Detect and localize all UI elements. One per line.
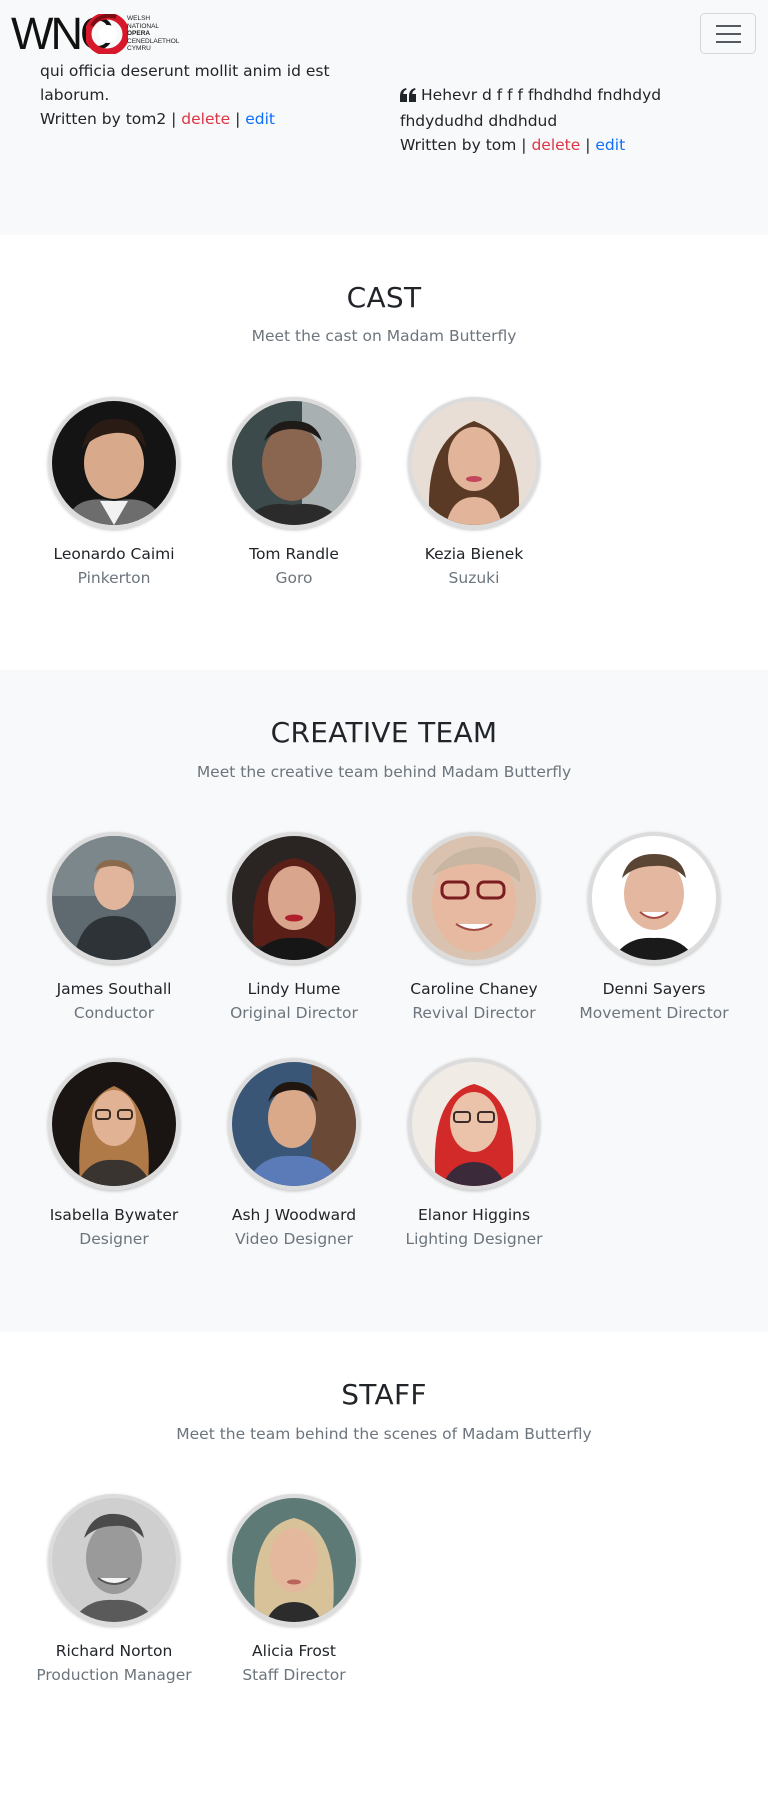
member-photo <box>48 397 180 529</box>
review-item: Hehevr d f f f fhdhdhd fndhdyd fhdydudhd… <box>400 83 740 157</box>
member-photo <box>228 832 360 964</box>
member-name: Leonardo Caimi <box>53 545 175 563</box>
member-role: Staff Director <box>242 1666 346 1684</box>
review-text: Hehevr d f f f fhdhdhd fndhdyd fhdydudhd… <box>400 86 662 130</box>
member-photo <box>48 1494 180 1626</box>
member-name: Caroline Chaney <box>410 980 538 998</box>
member-card: Ash J Woodward Video Designer <box>204 1058 384 1250</box>
member-name: Richard Norton <box>55 1642 173 1660</box>
member-photo <box>408 1058 540 1190</box>
logo-text: WELSH NATIONAL OPERA CENEDLAETHOL CYMRU <box>127 15 179 53</box>
member-card: Kezia Bienek Suzuki <box>384 397 564 589</box>
navbar: WNO WELSH NATIONAL OPERA CENEDLAETHOL CY… <box>0 0 768 60</box>
member-name: Elanor Higgins <box>417 1206 531 1224</box>
member-card: Richard Norton Production Manager <box>24 1494 204 1686</box>
section-subtitle: Meet the cast on Madam Butterfly <box>251 327 517 345</box>
section-title: CREATIVE TEAM <box>270 716 498 749</box>
member-card: James Southall Conductor <box>24 832 204 1024</box>
member-role: Designer <box>79 1230 149 1248</box>
member-role: Pinkerton <box>77 569 151 587</box>
member-name: Alicia Frost <box>252 1642 336 1660</box>
member-role: Video Designer <box>235 1230 353 1248</box>
navbar-toggle-button[interactable] <box>700 13 756 54</box>
member-role: Movement Director <box>579 1004 729 1022</box>
member-card: Leonardo Caimi Pinkerton <box>24 397 204 589</box>
logo-line: WELSH <box>127 15 151 22</box>
member-card: Caroline Chaney Revival Director <box>384 832 564 1024</box>
logo-line: CENEDLAETHOL <box>127 37 180 45</box>
logo-line: NATIONAL <box>127 22 160 30</box>
logo-line: CYMRU <box>127 45 151 53</box>
member-name: Lindy Hume <box>247 980 341 998</box>
review-text: qui officia deserunt mollit anim id est … <box>40 62 330 104</box>
review-item: qui officia deserunt mollit anim id est … <box>40 59 340 131</box>
creative-team-section: CREATIVE TEAM Meet the creative team beh… <box>0 670 768 1332</box>
member-role: Production Manager <box>36 1666 192 1684</box>
wno-logo[interactable]: WNO WELSH NATIONAL OPERA CENEDLAETHOL CY… <box>11 11 183 56</box>
member-photo <box>48 832 180 964</box>
member-name: Isabella Bywater <box>49 1206 179 1224</box>
member-photo <box>228 397 360 529</box>
delete-review-link[interactable]: delete <box>181 110 230 128</box>
review-author: Written by tom2 | <box>40 110 177 128</box>
member-role: Revival Director <box>412 1004 536 1022</box>
section-title: CAST <box>346 281 422 314</box>
link-separator: | <box>235 110 241 128</box>
member-photo <box>408 832 540 964</box>
member-card: Alicia Frost Staff Director <box>204 1494 384 1686</box>
member-photo <box>588 832 720 964</box>
member-photo <box>48 1058 180 1190</box>
member-card: Lindy Hume Original Director <box>204 832 384 1024</box>
logo-ring-icon <box>86 14 128 54</box>
member-card: Isabella Bywater Designer <box>24 1058 204 1250</box>
member-photo <box>408 397 540 529</box>
member-name: Denni Sayers <box>602 980 706 998</box>
edit-review-link[interactable]: edit <box>245 110 275 128</box>
member-role: Lighting Designer <box>405 1230 543 1248</box>
member-role: Suzuki <box>448 569 500 587</box>
staff-section: STAFF Meet the team behind the scenes of… <box>0 1332 768 1800</box>
member-name: Kezia Bienek <box>424 545 524 563</box>
member-photo <box>228 1494 360 1626</box>
section-title: STAFF <box>341 1378 427 1411</box>
member-name: Ash J Woodward <box>231 1206 357 1224</box>
member-name: James Southall <box>56 980 172 998</box>
member-name: Tom Randle <box>249 545 339 563</box>
section-subtitle: Meet the creative team behind Madam Butt… <box>196 763 572 781</box>
logo-line: OPERA <box>127 30 151 38</box>
section-subtitle: Meet the team behind the scenes of Madam… <box>176 1425 592 1443</box>
review-author: Written by tom | <box>400 136 527 154</box>
delete-review-link[interactable]: delete <box>531 136 580 154</box>
member-card: Denni Sayers Movement Director <box>564 832 744 1024</box>
member-photo <box>228 1058 360 1190</box>
member-role: Conductor <box>73 1004 155 1022</box>
link-separator: | <box>585 136 591 154</box>
member-role: Goro <box>275 569 313 587</box>
cast-section: CAST Meet the cast on Madam Butterfly Le… <box>0 235 768 670</box>
member-card: Tom Randle Goro <box>204 397 384 589</box>
quote-left-icon <box>400 85 416 109</box>
edit-review-link[interactable]: edit <box>595 136 625 154</box>
member-role: Original Director <box>230 1004 358 1022</box>
member-card: Elanor Higgins Lighting Designer <box>384 1058 564 1250</box>
